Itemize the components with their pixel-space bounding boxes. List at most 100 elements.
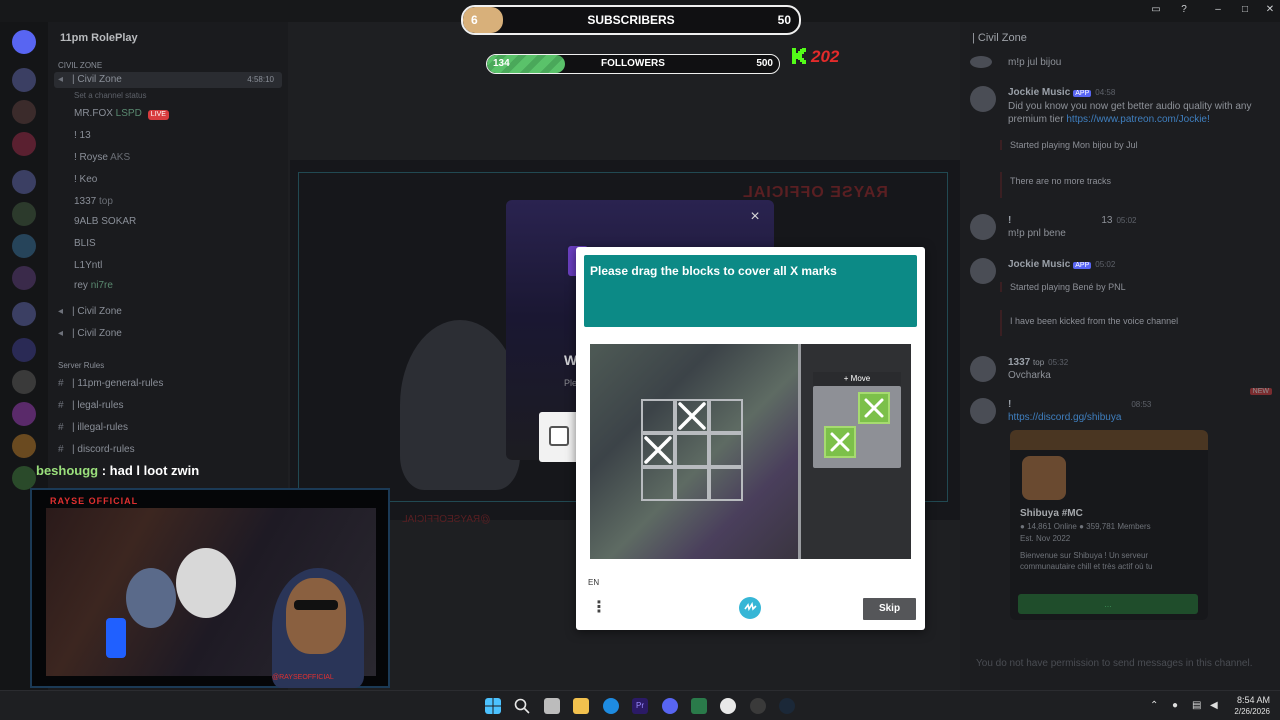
draggable-block[interactable] (858, 392, 890, 424)
steam-icon[interactable] (779, 698, 795, 714)
subscribers-goal: 50 (777, 13, 791, 27)
live-badge: LIVE (147, 110, 169, 120)
text-channel[interactable]: # | 11pm-general-rules (58, 376, 163, 392)
voice-user[interactable]: rey ni7re (74, 278, 113, 294)
app-icon[interactable] (691, 698, 707, 714)
avatar[interactable] (970, 86, 996, 112)
text-channel[interactable]: # | illegal-rules (58, 420, 128, 436)
server-icon[interactable] (12, 434, 36, 458)
avatar[interactable] (970, 56, 992, 68)
discord-home-icon[interactable] (12, 30, 36, 54)
new-messages-badge[interactable]: NEW (1249, 388, 1272, 395)
followers-label: FOLLOWERS (601, 58, 665, 69)
discord-icon[interactable] (662, 698, 678, 714)
server-icon[interactable] (12, 202, 36, 226)
x-mark-icon (678, 402, 706, 430)
server-invite-card: Shibuya #MC ● 14,861 Online ● 359,781 Me… (1010, 430, 1208, 620)
inbox-icon[interactable]: ▭ (1150, 4, 1162, 16)
speaker-icon: ◂ (58, 328, 64, 339)
category-rules[interactable]: Server Rules (58, 358, 104, 374)
chevron-up-icon[interactable]: ⌃ (1150, 700, 1161, 711)
app-icon[interactable] (750, 698, 766, 714)
server-icon[interactable] (12, 338, 36, 362)
grid-cell (709, 399, 743, 433)
guild-name[interactable]: 11pm RolePlay (60, 32, 138, 44)
chat-panel: | Civil Zone m!p jul bijou Jockie Music A… (960, 22, 1280, 690)
language-selector[interactable]: EN (588, 578, 599, 587)
webcam-handle: @RAYSEOFFICIAL (272, 674, 334, 681)
webcam-brand: RAYSE OFFICIAL (50, 496, 139, 506)
avatar[interactable] (970, 398, 996, 424)
menu-icon[interactable]: ⋮ (591, 599, 607, 617)
close-icon[interactable]: × (748, 209, 762, 225)
volume-icon[interactable]: ◀ (1210, 700, 1221, 711)
file-explorer-icon[interactable] (573, 698, 589, 714)
hcaptcha-logo-icon (739, 597, 761, 619)
server-icon[interactable] (12, 100, 36, 124)
captcha-challenge: Please drag the blocks to cover all X ma… (576, 247, 925, 630)
server-icon[interactable] (12, 370, 36, 394)
avatar[interactable] (970, 258, 996, 284)
voice-user[interactable]: 9ALB SOKAR (74, 214, 136, 230)
speaker-icon: ◂ (58, 74, 64, 85)
plush-toy (176, 548, 236, 618)
x-mark-icon (830, 432, 850, 452)
server-icon (1022, 456, 1066, 500)
close-window-icon[interactable]: ✕ (1264, 4, 1276, 16)
maximize-icon[interactable]: □ (1239, 4, 1251, 16)
task-view-icon[interactable] (544, 698, 560, 714)
server-icon[interactable] (12, 266, 36, 290)
voice-channel-civil-zone[interactable]: ◂ | Civil Zone (58, 304, 122, 320)
captcha-checkbox[interactable] (549, 426, 569, 446)
mirrored-handle: @RAYSEOFFICIAL (402, 514, 491, 525)
grid-cell (709, 433, 743, 467)
server-icon[interactable] (12, 466, 36, 490)
clock-date[interactable]: 2/26/2026 (1222, 707, 1270, 716)
avatar[interactable] (970, 356, 996, 382)
text-channel[interactable]: # | discord-rules (58, 442, 135, 458)
minimize-icon[interactable]: – (1212, 4, 1224, 16)
voice-channel-civil-zone[interactable]: ◂ | Civil Zone (58, 326, 122, 342)
server-icon[interactable] (12, 234, 36, 258)
bot-embed: There are no more tracks (1000, 172, 1250, 198)
network-icon[interactable]: ▤ (1192, 700, 1203, 711)
voice-user[interactable]: L1Yntl (74, 258, 102, 274)
server-icon[interactable] (12, 68, 36, 92)
join-server-button[interactable]: ... (1018, 594, 1198, 614)
premiere-pro-icon[interactable]: Pr (632, 698, 648, 714)
followers-goal-bar: 134 FOLLOWERS 500 (486, 54, 780, 74)
voice-user[interactable]: BLIS (74, 236, 96, 252)
voice-user[interactable]: 1337 top (74, 194, 113, 210)
text-channel[interactable]: # | legal-rules (58, 398, 124, 414)
obs-icon[interactable] (720, 698, 736, 714)
avatar[interactable] (970, 214, 996, 240)
voice-user[interactable]: MR.FOX LSPD LIVE (74, 106, 169, 122)
skip-button[interactable]: Skip (863, 598, 916, 620)
server-icon[interactable] (12, 402, 36, 426)
captcha-prompt: Please drag the blocks to cover all X ma… (590, 264, 837, 278)
server-icon[interactable] (12, 132, 36, 156)
edge-browser-icon[interactable] (603, 698, 619, 714)
bot-embed: I have been kicked from the voice channe… (1000, 310, 1250, 336)
server-icon[interactable] (12, 302, 36, 326)
grid-cell (641, 467, 675, 501)
sunglasses (294, 600, 338, 610)
chat-message: m!p jul bijou (970, 56, 1270, 70)
stream-chat-message: beshougg : had l loot zwin (36, 463, 199, 478)
windows-start-icon[interactable] (485, 698, 501, 714)
microphone-icon[interactable]: ● (1172, 700, 1183, 711)
no-permission-text: You do not have permission to send messa… (976, 658, 1253, 669)
help-icon[interactable]: ? (1178, 4, 1190, 16)
voice-user[interactable]: ! Royse AKS (74, 150, 130, 166)
voice-user[interactable]: ! 13 (74, 128, 91, 144)
voice-channel-civil-zone[interactable]: ◂ | Civil Zone 4:58:10 (54, 72, 282, 88)
voice-user[interactable]: ! Keo (74, 172, 97, 188)
server-icon[interactable] (12, 170, 36, 194)
draggable-block[interactable] (824, 426, 856, 458)
move-label: + Move (813, 372, 901, 386)
hash-icon: # (58, 378, 64, 389)
clock-time[interactable]: 8:54 AM (1226, 695, 1270, 705)
blue-light (106, 618, 126, 658)
channel-status[interactable]: Set a channel status (74, 88, 147, 104)
search-icon[interactable] (514, 698, 530, 714)
